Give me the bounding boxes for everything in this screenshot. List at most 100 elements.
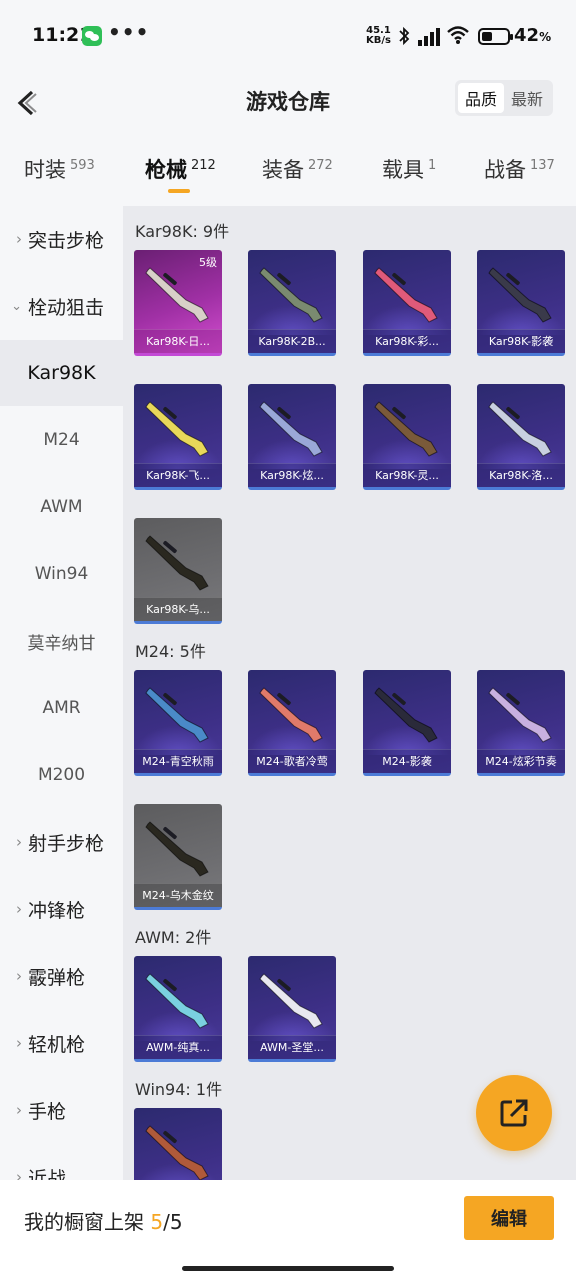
weapon-skin-card[interactable]: Kar98K-影袭 bbox=[477, 250, 565, 356]
rifle-icon bbox=[145, 821, 209, 877]
rifle-icon bbox=[145, 267, 209, 323]
active-tab-indicator bbox=[168, 189, 190, 193]
more-notifications-icon: ••• bbox=[108, 20, 150, 44]
sidebar-item-label: 霰弹枪 bbox=[28, 966, 86, 989]
chevron-right-icon: › bbox=[16, 967, 22, 985]
sidebar-item-lmg[interactable]: › 轻机枪 bbox=[0, 1010, 123, 1076]
edit-button[interactable]: 编辑 bbox=[464, 1196, 554, 1240]
skin-name: Kar98K-灵... bbox=[363, 463, 451, 487]
battery-percent: 42% bbox=[514, 25, 552, 46]
sidebar-item-marksman-rifle[interactable]: › 射手步枪 bbox=[0, 809, 123, 875]
skin-name: Kar98K-彩... bbox=[363, 329, 451, 353]
weapon-skin-card[interactable]: Kar98K-炫... bbox=[248, 384, 336, 490]
sidebar-item-assault-rifle[interactable]: › 突击步枪 bbox=[0, 206, 123, 272]
sidebar-item-label: AWM bbox=[40, 497, 83, 517]
network-speed-unit: KB/s bbox=[366, 35, 391, 46]
sidebar-item-label: Kar98K bbox=[27, 362, 96, 384]
sidebar-item-mosin-nagant[interactable]: 莫辛纳甘 bbox=[0, 608, 123, 674]
sidebar-item-m200[interactable]: M200 bbox=[0, 742, 123, 808]
sort-by-quality-button[interactable]: 品质 bbox=[458, 83, 504, 113]
skin-name: Kar98K-飞... bbox=[134, 463, 222, 487]
tab-battle-prep[interactable]: 战备 137 bbox=[484, 154, 555, 184]
sidebar-item-label: 近战 bbox=[28, 1167, 67, 1181]
tab-guns[interactable]: 枪械 212 bbox=[145, 154, 216, 184]
weapon-skin-card[interactable]: AWM-纯真... bbox=[134, 956, 222, 1062]
weapon-skin-card[interactable] bbox=[134, 1108, 222, 1180]
skin-name: M24-歌者冷莺 bbox=[248, 749, 336, 773]
battery-icon bbox=[478, 28, 513, 45]
weapon-category-sidebar: › 突击步枪 ⌄ 栓动狙击 Kar98K M24 AWM Win94 莫辛纳甘 AM… bbox=[0, 206, 123, 1180]
app-header: 游戏仓库 品质 最新 bbox=[0, 74, 576, 130]
weapon-skin-card[interactable]: M24-炫彩节奏 bbox=[477, 670, 565, 776]
sort-by-newest-button[interactable]: 最新 bbox=[504, 83, 550, 113]
sidebar-item-label: M200 bbox=[37, 765, 86, 785]
weapon-skin-card[interactable]: M24-影袭 bbox=[363, 670, 451, 776]
sidebar-item-label: M24 bbox=[43, 430, 80, 450]
sidebar-item-label: 冲锋枪 bbox=[28, 899, 86, 922]
bluetooth-icon bbox=[398, 26, 410, 51]
rifle-icon bbox=[488, 687, 552, 743]
sidebar-item-shotgun[interactable]: › 霰弹枪 bbox=[0, 943, 123, 1009]
weapon-skin-card[interactable]: M24-歌者冷莺 bbox=[248, 670, 336, 776]
cellular-signal-icon bbox=[416, 26, 442, 46]
battery-percent-value: 42 bbox=[514, 25, 540, 46]
tab-vehicles[interactable]: 载具 1 bbox=[382, 154, 436, 184]
rifle-icon bbox=[259, 687, 323, 743]
tab-count: 593 bbox=[70, 158, 95, 173]
share-button[interactable] bbox=[476, 1075, 552, 1151]
sidebar-item-smg[interactable]: › 冲锋枪 bbox=[0, 876, 123, 942]
weapon-skin-card[interactable]: M24-青空秋雨 bbox=[134, 670, 222, 776]
skin-name: Kar98K-2B... bbox=[248, 329, 336, 353]
rifle-icon bbox=[259, 973, 323, 1029]
tab-equipment[interactable]: 装备 272 bbox=[262, 154, 333, 184]
weapon-skin-card[interactable]: Kar98K-彩... bbox=[363, 250, 451, 356]
sidebar-item-label: 突击步枪 bbox=[28, 229, 105, 252]
status-bar: 11:21 ••• 45.1 KB/s 42% bbox=[0, 0, 576, 74]
showcase-label: 我的橱窗上架 bbox=[24, 1210, 144, 1234]
weapon-skin-card[interactable]: Kar98K-乌... bbox=[134, 518, 222, 624]
weapon-skin-card[interactable]: Kar98K-2B... bbox=[248, 250, 336, 356]
group-title: Win94: 1件 bbox=[135, 1080, 223, 1099]
group-title: M24: 5件 bbox=[135, 642, 206, 661]
skin-name: M24-青空秋雨 bbox=[134, 749, 222, 773]
skin-name: AWM-纯真... bbox=[134, 1035, 222, 1059]
sidebar-item-awm[interactable]: AWM bbox=[0, 474, 123, 540]
chevron-right-icon: › bbox=[16, 900, 22, 918]
rifle-icon bbox=[488, 267, 552, 323]
sidebar-item-label: 莫辛纳甘 bbox=[27, 633, 96, 654]
battery-fill bbox=[482, 32, 492, 41]
weapon-skin-card[interactable]: AWM-圣堂... bbox=[248, 956, 336, 1062]
back-arrow-icon[interactable] bbox=[14, 82, 44, 122]
weapon-skin-card[interactable]: M24-乌木金纹 bbox=[134, 804, 222, 910]
sidebar-item-label: 射手步枪 bbox=[28, 832, 105, 855]
sidebar-item-bolt-sniper[interactable]: ⌄ 栓动狙击 bbox=[0, 273, 123, 339]
chevron-right-icon: › bbox=[16, 1101, 22, 1119]
share-icon bbox=[500, 1099, 528, 1127]
weapon-skin-list: Kar98K: 9件 5级 Kar98K-日... Kar98K-2B... Kar98… bbox=[123, 206, 576, 1180]
network-speed: 45.1 KB/s bbox=[366, 26, 391, 46]
tab-label: 时装 bbox=[24, 158, 66, 182]
tab-count: 212 bbox=[191, 158, 216, 173]
sidebar-item-amr[interactable]: AMR bbox=[0, 675, 123, 741]
sidebar-item-win94[interactable]: Win94 bbox=[0, 541, 123, 607]
group-title: AWM: 2件 bbox=[135, 928, 212, 947]
sidebar-item-m24[interactable]: M24 bbox=[0, 407, 123, 473]
rifle-icon bbox=[145, 687, 209, 743]
weapon-skin-card[interactable]: Kar98K-飞... bbox=[134, 384, 222, 490]
sidebar-item-pistol[interactable]: › 手枪 bbox=[0, 1077, 123, 1143]
sidebar-item-label: 栓动狙击 bbox=[28, 296, 105, 319]
showcase-separator: / bbox=[163, 1210, 170, 1234]
chevron-down-icon: ⌄ bbox=[11, 298, 22, 314]
rifle-icon bbox=[374, 267, 438, 323]
sidebar-item-kar98k[interactable]: Kar98K bbox=[0, 340, 123, 406]
wechat-notification-icon bbox=[82, 26, 102, 46]
weapon-skin-card[interactable]: Kar98K-洛... bbox=[477, 384, 565, 490]
tab-fashion[interactable]: 时装 593 bbox=[24, 154, 95, 184]
skin-name: Kar98K-乌... bbox=[134, 597, 222, 621]
sidebar-item-melee[interactable]: › 近战 bbox=[0, 1144, 123, 1181]
home-indicator[interactable] bbox=[182, 1266, 394, 1271]
skin-name: Kar98K-洛... bbox=[477, 463, 565, 487]
tab-label: 装备 bbox=[262, 158, 304, 182]
weapon-skin-card[interactable]: 5级 Kar98K-日... bbox=[134, 250, 222, 356]
weapon-skin-card[interactable]: Kar98K-灵... bbox=[363, 384, 451, 490]
